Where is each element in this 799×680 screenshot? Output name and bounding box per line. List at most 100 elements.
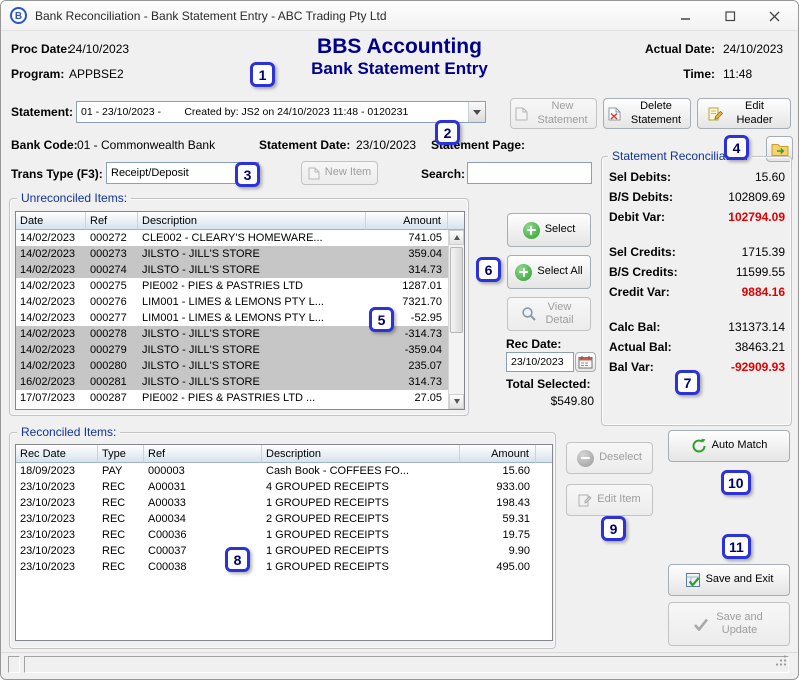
cell-ref: 000274 [86, 262, 138, 278]
table-row[interactable]: 23/10/2023 REC C00038 1 GROUPED RECEIPTS 495… [16, 559, 552, 575]
col-description[interactable]: Description [262, 445, 460, 463]
cell-amount: 9.90 [460, 543, 536, 559]
reconciled-header-row: Rec Date Type Ref Description Amount [16, 445, 552, 463]
unreconciled-scrollbar[interactable] [448, 230, 464, 409]
table-row[interactable]: 14/02/2023 000277 LIM001 - LIMES & LEMONS … [16, 310, 464, 326]
view-detail-button[interactable]: View Detail [507, 297, 591, 331]
table-row[interactable]: 23/10/2023 REC A00033 1 GROUPED RECEIPTS 198… [16, 495, 552, 511]
cell-date: 14/02/2023 [16, 358, 86, 374]
table-row[interactable]: 16/02/2023 000281 JILSTO - JILL'S STORE 314… [16, 374, 464, 390]
col-amount[interactable]: Amount [460, 445, 536, 463]
calendar-button[interactable] [575, 352, 596, 372]
save-and-update-button[interactable]: Save and Update [668, 602, 790, 646]
scrollbar-thumb[interactable] [450, 247, 463, 333]
col-rec-date[interactable]: Rec Date [16, 445, 98, 463]
cell-description: JILSTO - JILL'S STORE [138, 326, 366, 342]
cell-type: REC [98, 479, 144, 495]
cell-amount: 198.43 [460, 495, 536, 511]
select-button[interactable]: Select [507, 213, 591, 247]
chevron-down-icon[interactable] [468, 102, 485, 122]
status-cell-main [24, 653, 789, 673]
time-value: 11:48 [723, 67, 753, 81]
cell-ref: 000272 [86, 230, 138, 246]
delete-statement-label: Delete Statement [630, 100, 682, 126]
save-and-exit-button[interactable]: Save and Exit [668, 564, 790, 596]
scroll-up-icon[interactable] [449, 230, 464, 245]
cell-amount: 359.04 [366, 246, 448, 262]
cell-spacer [536, 527, 552, 543]
stat-actual-bal: Actual Bal: 38463.21 [607, 340, 787, 360]
stat-value: 9884.16 [741, 285, 785, 299]
auto-match-button[interactable]: Auto Match [668, 430, 790, 462]
col-description[interactable]: Description [138, 212, 366, 230]
stat-b-s-debits: B/S Debits: 102809.69 [607, 190, 787, 210]
table-row[interactable]: 23/10/2023 REC A00034 2 GROUPED RECEIPTS 59.… [16, 511, 552, 527]
reconciled-group-label: Reconciled Items: [17, 425, 121, 439]
table-row[interactable]: 14/02/2023 000274 JILSTO - JILL'S STORE 314… [16, 262, 464, 278]
cell-date: 14/02/2023 [16, 262, 86, 278]
new-item-button[interactable]: New Item [301, 161, 378, 185]
table-row[interactable]: 14/02/2023 000272 CLE002 - CLEARY'S HOMEWA… [16, 230, 464, 246]
actual-date-value: 24/10/2023 [723, 42, 784, 56]
stat-b-s-credits: B/S Credits: 11599.55 [607, 265, 787, 285]
cell-spacer [536, 543, 552, 559]
col-date[interactable]: Date [16, 212, 86, 230]
scroll-down-icon[interactable] [449, 394, 464, 409]
table-row[interactable]: 14/02/2023 000279 JILSTO - JILL'S STORE -35… [16, 342, 464, 358]
table-row[interactable]: 23/10/2023 REC A00031 4 GROUPED RECEIPTS 933… [16, 479, 552, 495]
table-row[interactable]: 23/10/2023 REC C00036 1 GROUPED RECEIPTS 19.… [16, 527, 552, 543]
cell-ref: 000278 [86, 326, 138, 342]
edit-header-button[interactable]: Edit Header [697, 98, 791, 129]
trans-type-label: Trans Type (F3): [11, 167, 103, 181]
search-input[interactable] [467, 162, 592, 184]
statement-label: Statement: [11, 105, 74, 119]
resize-grip-icon[interactable] [775, 653, 787, 671]
deselect-button[interactable]: Deselect [566, 442, 653, 474]
delete-statement-button[interactable]: Delete Statement [603, 98, 691, 129]
close-button[interactable] [752, 1, 796, 31]
table-row[interactable]: 18/09/2023 PAY 000003 Cash Book - COFFEES F… [16, 463, 552, 479]
col-ref[interactable]: Ref [86, 212, 138, 230]
cell-spacer [536, 495, 552, 511]
statement-select[interactable]: 01 - 23/10/2023 - Created by: JS2 on 24/… [76, 101, 486, 123]
table-row[interactable]: 14/02/2023 000273 JILSTO - JILL'S STORE 359… [16, 246, 464, 262]
callout-8: 8 [225, 547, 250, 572]
statement-date-label: Statement Date: [259, 138, 351, 152]
table-row[interactable]: 14/02/2023 000280 JILSTO - JILL'S STORE 235… [16, 358, 464, 374]
stat-value: 102809.69 [728, 190, 785, 204]
minimize-icon [681, 18, 690, 20]
rec-date-input[interactable] [506, 352, 574, 372]
minimize-button[interactable] [664, 1, 708, 31]
callout-1: 1 [250, 62, 275, 87]
status-bar [1, 652, 798, 679]
col-type[interactable]: Type [98, 445, 144, 463]
cell-spacer [536, 479, 552, 495]
table-row[interactable]: 14/02/2023 000276 LIM001 - LIMES & LEMONS … [16, 294, 464, 310]
cell-ref: A00033 [144, 495, 262, 511]
select-all-label: Select All [537, 265, 583, 278]
new-item-label: New Item [324, 166, 372, 179]
table-row[interactable]: 17/07/2023 000287 PIE002 - PIES & PASTRIES… [16, 390, 464, 406]
stat-label: Debit Var: [609, 210, 666, 224]
stat-label: Sel Credits: [609, 245, 676, 259]
cell-ref: C00036 [144, 527, 262, 543]
col-ref[interactable]: Ref [144, 445, 262, 463]
unreconciled-header-row: Date Ref Description Amount [16, 212, 464, 230]
col-amount[interactable]: Amount [366, 212, 448, 230]
cell-description: JILSTO - JILL'S STORE [138, 342, 366, 358]
table-row[interactable]: 14/02/2023 000275 PIE002 - PIES & PASTRIES… [16, 278, 464, 294]
cell-rec-date: 23/10/2023 [16, 495, 98, 511]
maximize-button[interactable] [708, 1, 752, 31]
table-row[interactable]: 14/02/2023 000278 JILSTO - JILL'S STORE -31… [16, 326, 464, 342]
table-row[interactable]: 23/10/2023 REC C00037 1 GROUPED RECEIPTS 9.9… [16, 543, 552, 559]
cell-ref: 000273 [86, 246, 138, 262]
callout-7: 7 [675, 370, 700, 395]
magnifier-icon [521, 306, 537, 322]
unreconciled-group-label: Unreconciled Items: [17, 191, 132, 205]
stat-sel-credits: Sel Credits: 1715.39 [607, 245, 787, 265]
select-all-button[interactable]: Select All [507, 255, 591, 289]
edit-item-button[interactable]: Edit Item [566, 484, 653, 516]
cell-description: 4 GROUPED RECEIPTS [262, 479, 460, 495]
stat-value: 131373.14 [728, 320, 785, 334]
new-statement-button[interactable]: New Statement [510, 98, 597, 129]
